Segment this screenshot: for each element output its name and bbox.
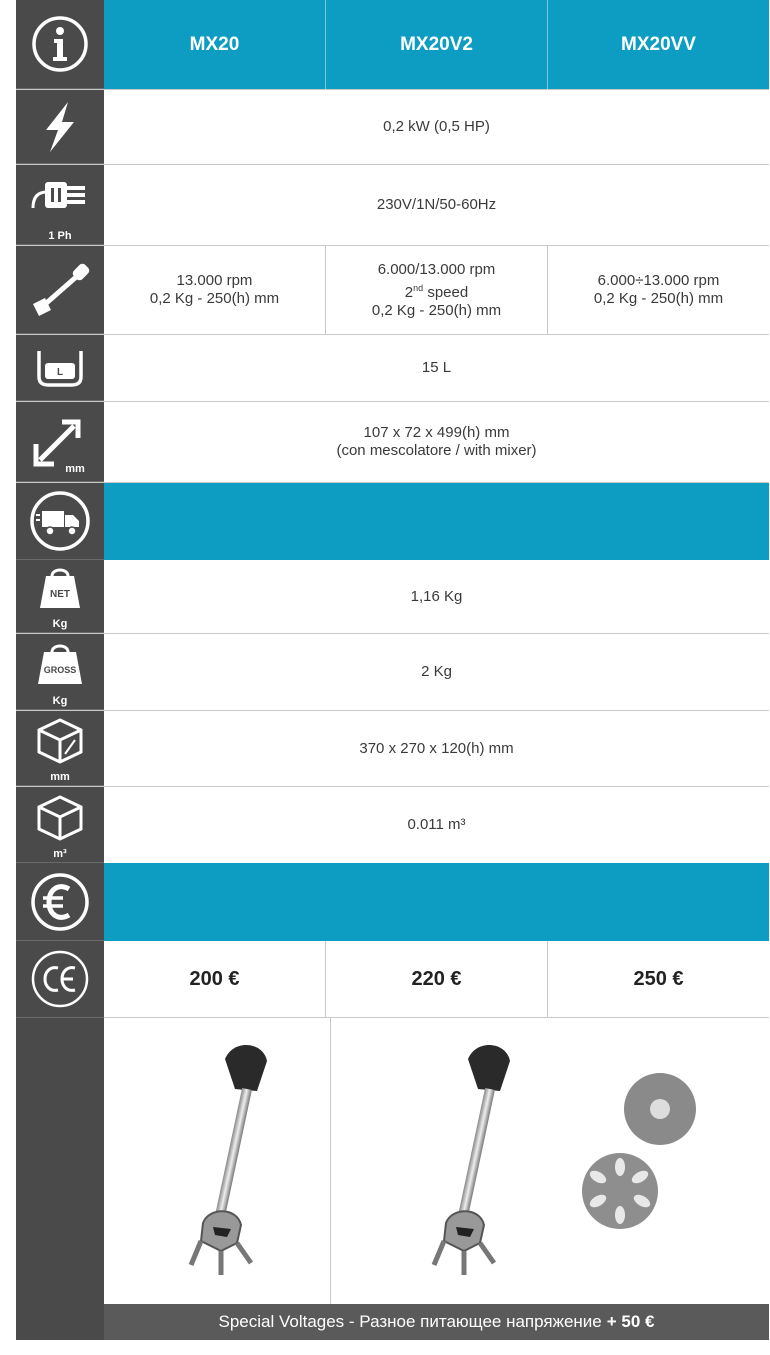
gross-weight-value: 2 Kg [421, 663, 452, 680]
euro-icon [31, 872, 89, 931]
model-mx20v2: MX20V2 [325, 0, 547, 89]
price-mx20vv: 250 € [547, 941, 769, 1017]
speed-row: 13.000 rpm 0,2 Kg - 250(h) mm 6.000/13.0… [16, 246, 769, 335]
speed-mx20v2: 6.000/13.000 rpm 2nd speed 0,2 Kg - 250(… [325, 246, 547, 334]
volume-value: 0.011 m³ [407, 816, 466, 833]
gross-weight-row: GROSS Kg 2 Kg [16, 634, 769, 711]
ce-mark-icon [31, 950, 89, 1008]
dimensions-icon-cell: mm [16, 402, 104, 482]
dimensions-line2: (con mescolatore / with mixer) [336, 442, 537, 459]
diagonal-arrow-icon [33, 419, 81, 466]
power-row: 0,2 kW (0,5 HP) [16, 90, 769, 165]
euro-icon-cell [16, 863, 104, 941]
price-mx20: 200 € [189, 968, 240, 990]
model-mx20: MX20 [189, 33, 240, 55]
speed-mx20v2-rpm: 6.000/13.000 rpm [377, 260, 496, 278]
bowl-icon-cell: L [16, 335, 104, 401]
box-volume-icon-label: m³ [53, 848, 67, 860]
capacity-value: 15 L [421, 359, 452, 376]
header-row: MX20 MX20V2 MX20VV [16, 0, 769, 90]
blender-icon [33, 263, 90, 316]
immersion-blender-with-discs-image [431, 1044, 696, 1275]
info-icon [32, 16, 88, 72]
plug-icon [31, 181, 85, 208]
gross-weight-icon-cell: GROSS Kg [16, 634, 104, 710]
package-dimensions-row: mm 370 x 270 x 120(h) mm [16, 711, 769, 787]
ce-icon-cell [16, 941, 104, 1018]
box-volume-icon-cell: m³ [16, 787, 104, 863]
speed-mx20vv: 6.000÷13.000 rpm 0,2 Kg - 250(h) mm [547, 246, 769, 334]
net-weight-row: NET Kg 1,16 Kg [16, 560, 769, 634]
speed-mx20vv-weight: 0,2 Kg - 250(h) mm [593, 290, 724, 307]
box-icon [37, 718, 83, 764]
spec-sheet: MX20 MX20V2 MX20VV 0,2 kW (0,5 HP) 1 Ph … [16, 0, 769, 1340]
shipping-section-row [16, 483, 769, 560]
speed-mx20v2-weight: 0,2 Kg - 250(h) mm [371, 301, 502, 319]
speed-mx20-rpm: 13.000 rpm [176, 272, 253, 289]
mx20v2-image-cell [330, 1018, 769, 1304]
capacity-row: L 15 L [16, 335, 769, 402]
svg-text:NET: NET [50, 589, 70, 600]
plug-icon-label: 1 Ph [48, 230, 72, 242]
blender-icon-cell [16, 246, 104, 334]
price-section-row [16, 863, 769, 941]
truck-icon [30, 491, 90, 551]
dimensions-row: mm 107 x 72 x 499(h) mm (con mescolatore… [16, 402, 769, 483]
gross-weight-icon-label: Kg [52, 695, 68, 707]
special-voltages-banner: Special Voltages - Разное питающее напря… [104, 1304, 769, 1340]
special-voltages-footer: Special Voltages - Разное питающее напря… [16, 1304, 769, 1340]
speed-mx20-weight: 0,2 Kg - 250(h) mm [149, 290, 280, 307]
truck-icon-cell [16, 483, 104, 560]
voltage-row: 1 Ph 230V/1N/50-60Hz [16, 165, 769, 246]
dimensions-value: 107 x 72 x 499(h) mm (con mescolatore / … [104, 402, 769, 482]
immersion-blender-image [188, 1044, 267, 1275]
volume-row: m³ 0.011 m³ [16, 787, 769, 863]
plug-icon-cell: 1 Ph [16, 165, 104, 245]
image-row-icon-cell [16, 1018, 104, 1304]
lightning-icon-cell [16, 90, 104, 164]
net-weight-icon-cell: NET Kg [16, 560, 104, 633]
dimensions-line1: 107 x 72 x 499(h) mm [363, 424, 510, 441]
info-icon-cell [16, 0, 104, 89]
weight-icon: GROSS [38, 644, 82, 684]
special-voltages-text: Special Voltages - Разное питающее напря… [218, 1312, 602, 1331]
box-dimensions-icon-label: mm [50, 771, 70, 783]
lightning-icon [46, 101, 74, 152]
bowl-icon: L [37, 350, 83, 387]
box-dimensions-icon-cell: mm [16, 711, 104, 786]
price-row: 200 € 220 € 250 € [16, 941, 769, 1018]
weight-icon: NET [40, 568, 80, 608]
power-value: 0,2 kW (0,5 HP) [383, 118, 490, 135]
net-weight-icon-label: Kg [52, 618, 68, 630]
footer-icon-cell [16, 1304, 104, 1340]
price-mx20v2: 220 € [325, 941, 547, 1017]
speed-mx20v2-speed: 2nd speed [404, 282, 469, 301]
speed-mx20vv-rpm: 6.000÷13.000 rpm [597, 272, 720, 289]
special-voltages-surcharge: + 50 € [606, 1312, 655, 1331]
dimensions-icon-label: mm [65, 463, 85, 475]
speed-mx20: 13.000 rpm 0,2 Kg - 250(h) mm [104, 246, 325, 334]
svg-text:L: L [57, 367, 63, 378]
net-weight-value: 1,16 Kg [410, 587, 463, 605]
svg-text:GROSS: GROSS [44, 665, 77, 675]
product-image-row [16, 1018, 769, 1304]
package-dimensions-value: 370 x 270 x 120(h) mm [359, 739, 514, 757]
mx20-image-cell [104, 1018, 330, 1304]
box-icon [37, 794, 83, 841]
model-mx20vv: MX20VV [547, 0, 769, 89]
voltage-value: 230V/1N/50-60Hz [376, 196, 497, 213]
